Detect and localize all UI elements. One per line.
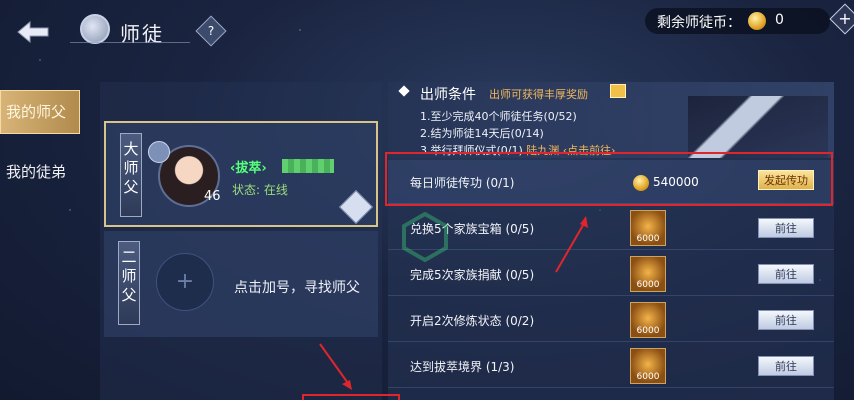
highlight-frame-bottom (302, 394, 400, 400)
reward-amount: 6000 (636, 326, 660, 336)
class-badge-icon (148, 141, 170, 163)
add-master-button[interactable]: + (156, 253, 214, 311)
tab-my-master[interactable]: 我的师父 (0, 90, 80, 134)
highlight-frame (385, 152, 833, 206)
reward-amount: 6000 (636, 372, 660, 382)
plus-icon: + (838, 9, 852, 28)
coin-icon (748, 12, 766, 30)
go-button[interactable]: 前往 (758, 356, 814, 376)
find-master-hint: 点击加号，寻找师父 (234, 280, 360, 296)
top-bar: 师徒 ? 剩余师徒币： 0 + (0, 0, 854, 60)
help-button[interactable]: ? (195, 15, 227, 47)
conditions-subtitle: 出师可获得丰厚奖励 (489, 88, 588, 101)
currency-label: 剩余师徒币： (657, 15, 741, 31)
status-text: 状态: 在线 (232, 183, 288, 197)
back-arrow-icon (17, 20, 49, 44)
rank-plaque: 二师父 (118, 241, 140, 325)
graduation-conditions: 出师条件 出师可获得丰厚奖励 1.至少完成40个师徒任务(0/52) 2.结为师… (388, 82, 834, 158)
card-menu-icon[interactable] (339, 190, 373, 224)
hero-illustration (688, 96, 828, 158)
reward-chest-icon[interactable]: 6000 (630, 256, 666, 292)
task-row: 完成5次家族捐献 (0/5) 6000 前往 (388, 252, 834, 296)
task-label: 开启2次修炼状态 (0/2) (410, 314, 535, 328)
reward-chest-icon[interactable]: 6000 (630, 210, 666, 246)
mentor-emblem-icon (80, 14, 110, 44)
diamond-bullet-icon (398, 85, 410, 97)
master-card-first[interactable]: 大师父 46 ‹拔萃› 状态: 在线 (104, 121, 378, 227)
rank-plaque: 大师父 (120, 133, 142, 217)
reward-chest-icon[interactable]: 6000 (630, 302, 666, 338)
condition-line: 2.结为师徒14天后(0/14) (420, 127, 544, 140)
level-text: 46 (204, 189, 221, 204)
watermark-logo-icon (402, 212, 448, 262)
task-row: 达到拔萃境界 (1/3) 6000 前往 (388, 344, 834, 388)
master-name: ‹拔萃› (230, 161, 267, 176)
task-row: 开启2次修炼状态 (0/2) 6000 前往 (388, 298, 834, 342)
add-currency-button[interactable]: + (829, 3, 854, 35)
currency-value: 0 (775, 12, 784, 28)
reward-amount: 6000 (636, 280, 660, 290)
reward-amount: 6000 (636, 234, 660, 244)
condition-line: 1.至少完成40个师徒任务(0/52) (420, 110, 577, 123)
tab-my-disciple[interactable]: 我的徒弟 (0, 150, 80, 194)
name-mosaic (282, 159, 334, 173)
tasks-panel: 出师条件 出师可获得丰厚奖励 1.至少完成40个师徒任务(0/52) 2.结为师… (388, 82, 834, 400)
help-icon: ? (207, 24, 215, 38)
go-button[interactable]: 前往 (758, 218, 814, 238)
go-button[interactable]: 前往 (758, 310, 814, 330)
task-label: 达到拔萃境界 (1/3) (410, 360, 515, 374)
back-button[interactable] (14, 18, 54, 46)
currency-display: 剩余师徒币： 0 (645, 8, 830, 34)
title-underline (70, 42, 190, 43)
task-row: 兑换5个家族宝箱 (0/5) 6000 前往 (388, 206, 834, 250)
reward-chest-icon[interactable]: 6000 (630, 348, 666, 384)
go-button[interactable]: 前往 (758, 264, 814, 284)
task-label: 完成5次家族捐献 (0/5) (410, 268, 535, 282)
conditions-title: 出师条件 (420, 87, 476, 103)
master-card-second[interactable]: 二师父 + 点击加号，寻找师父 (104, 231, 378, 337)
gift-icon[interactable] (610, 84, 626, 98)
